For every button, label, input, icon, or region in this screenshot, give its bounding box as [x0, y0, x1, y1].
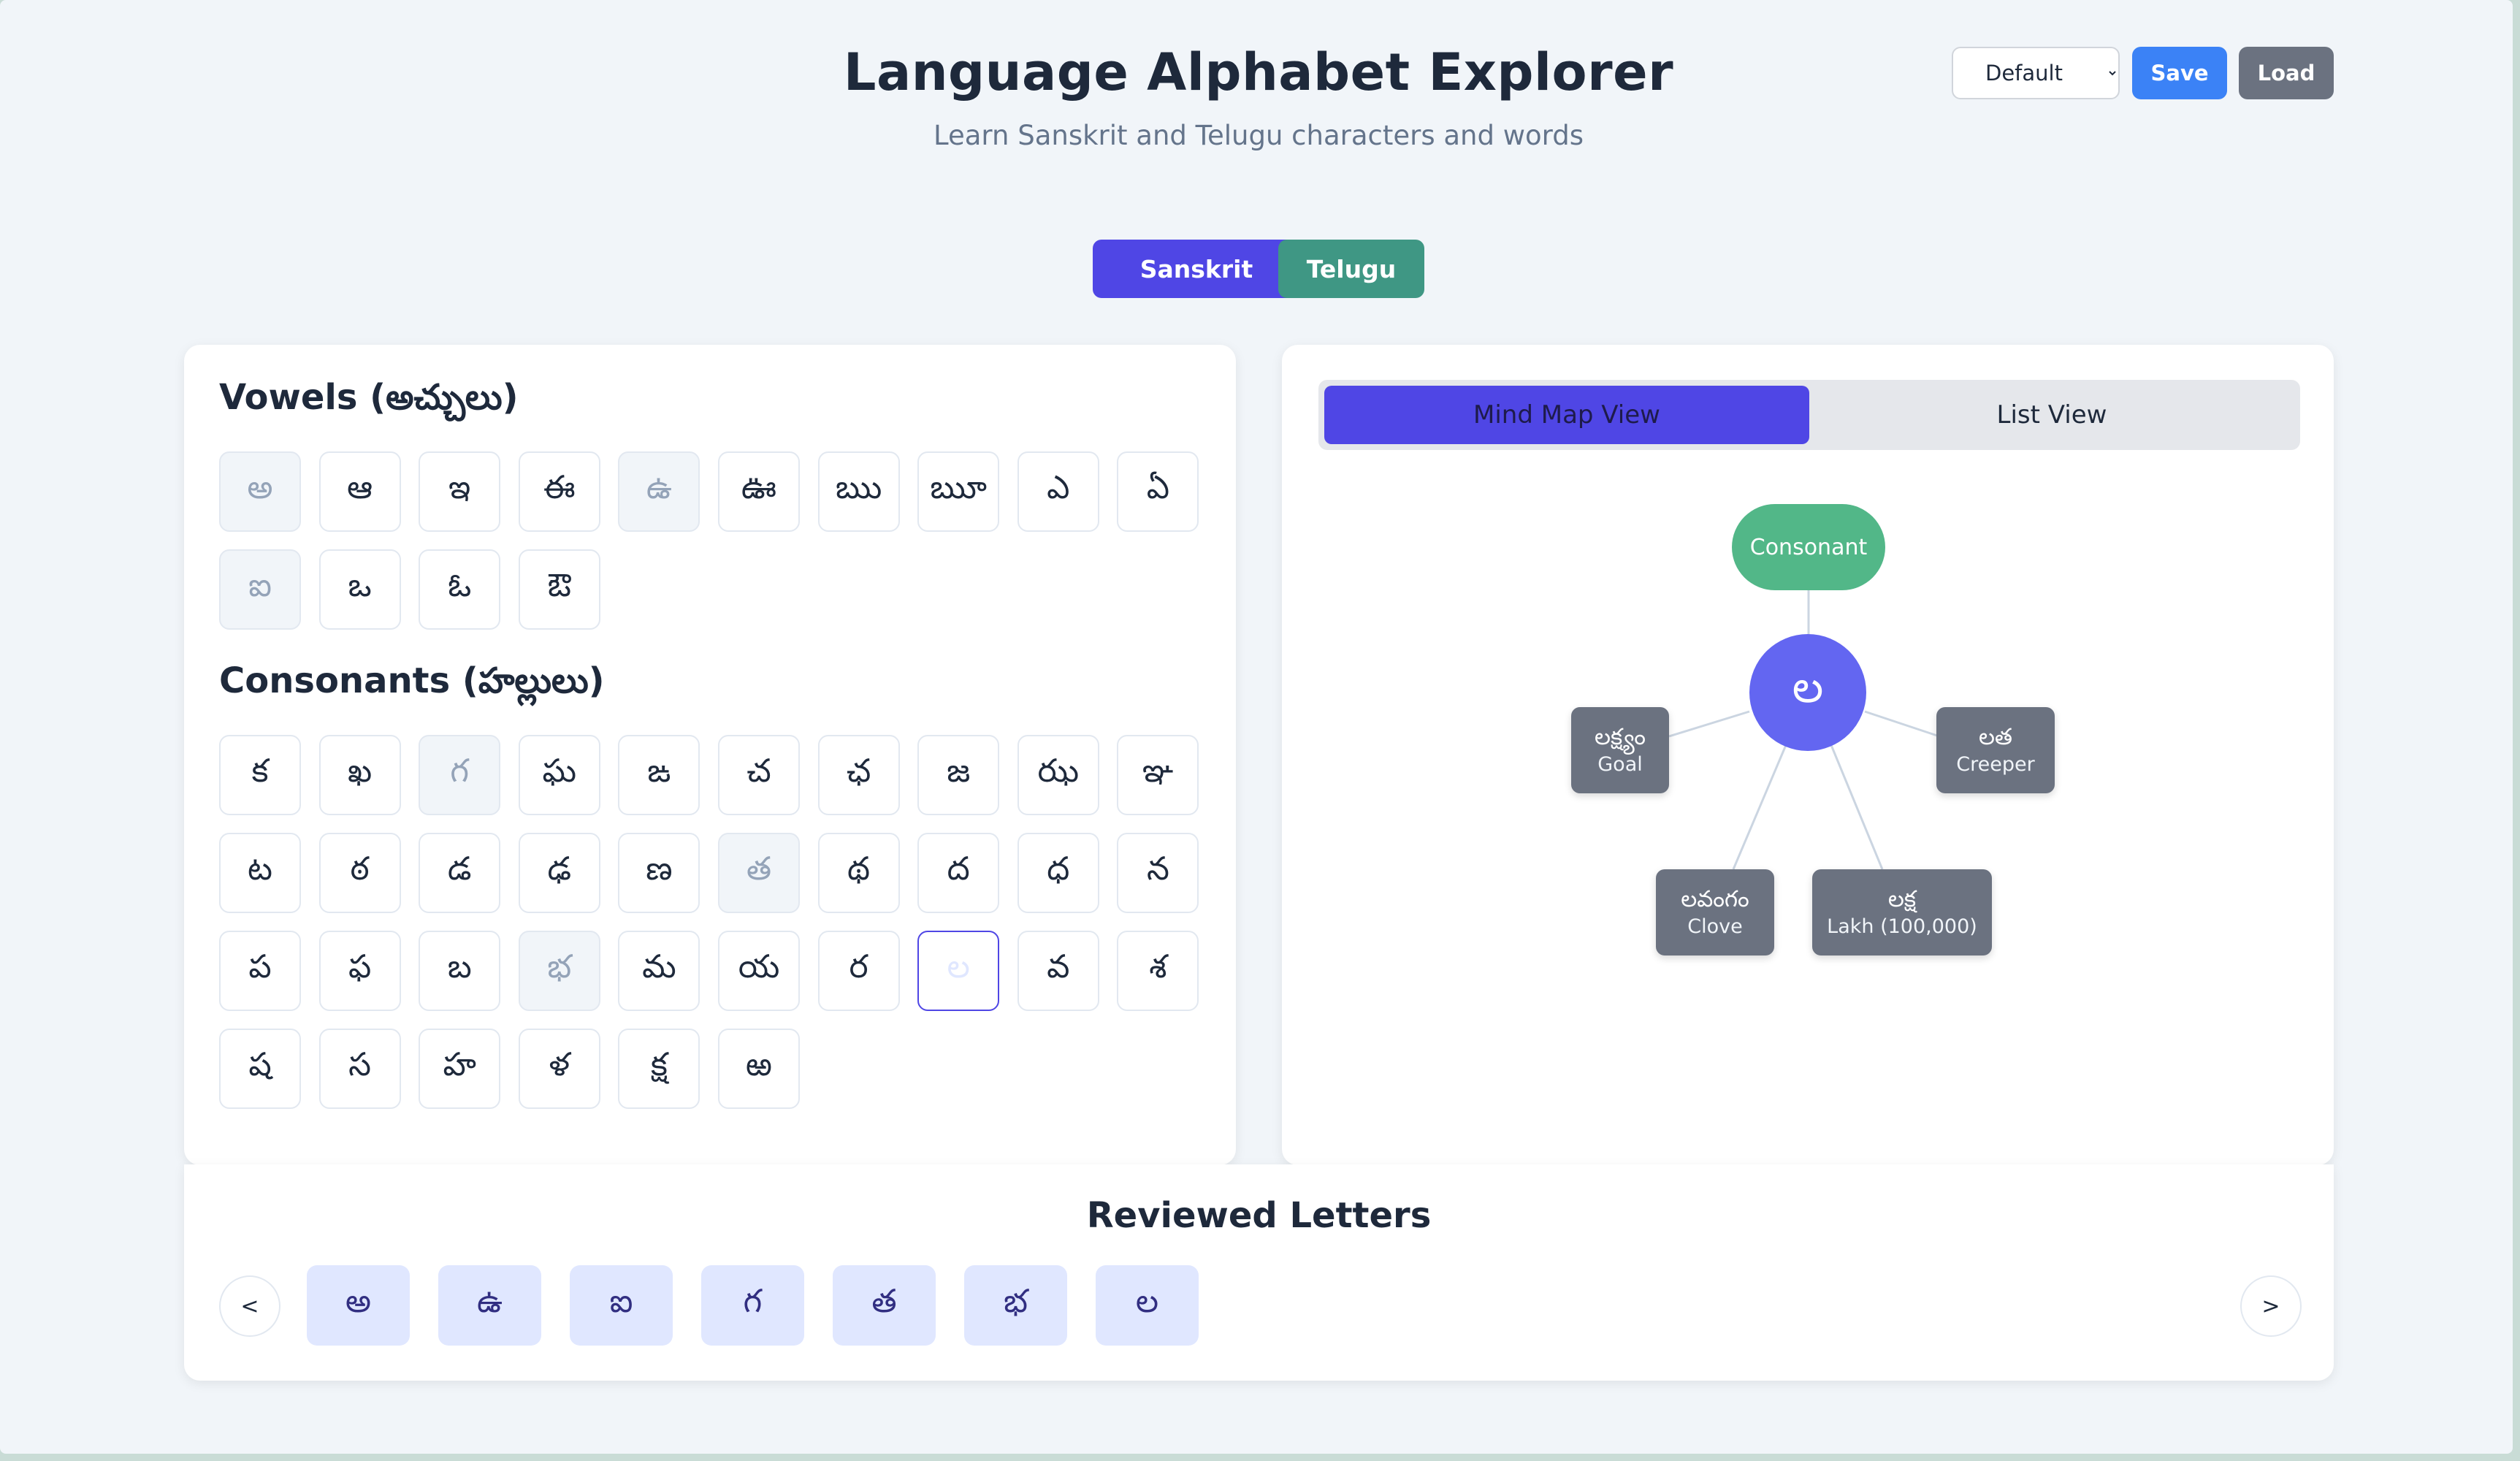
sanskrit-language-button[interactable]: Sanskrit [1093, 240, 1300, 298]
vowel-letter-tile[interactable]: ఎ [1017, 451, 1099, 532]
reviewed-next-button[interactable]: > [2240, 1275, 2302, 1337]
mind-map-word-node[interactable]: లత Creeper [1936, 707, 2055, 793]
reviewed-prev-button[interactable]: < [219, 1275, 280, 1337]
consonant-letter-tile[interactable]: ధ [1017, 833, 1099, 913]
reviewed-letter-chip[interactable]: త [833, 1265, 936, 1346]
reviewed-letter-chip[interactable]: ల [1096, 1265, 1199, 1346]
mind-map-word-node[interactable]: లవంగం Clove [1656, 869, 1774, 955]
consonant-letter-tile[interactable]: ఫ [318, 931, 401, 1011]
consonant-letter-tile[interactable]: ఠ [318, 833, 401, 913]
detail-panel: Mind Map View List View Consonant ల లక్ష… [1282, 345, 2334, 1165]
vowels-heading: Vowels (అచ్చులు) [219, 377, 519, 418]
reviewed-letter-chip[interactable]: భ [964, 1265, 1067, 1346]
mind-map-connectors [1668, 586, 1940, 870]
consonant-letter-tile[interactable]: ర [817, 931, 900, 1011]
word-meaning: Lakh (100,000) [1827, 915, 1977, 938]
page-subtitle: Learn Sanskrit and Telugu characters and… [933, 120, 1584, 151]
consonants-heading: Consonants (హల్లులు) [219, 660, 605, 701]
word-text: లక్ష్యం [1595, 724, 1646, 751]
vowel-letter-tile[interactable]: ౠ [917, 451, 1000, 532]
consonant-letter-tile[interactable]: ట [219, 833, 301, 913]
connector-word-3 [1732, 744, 1787, 870]
consonant-letter-tile[interactable]: ఱ [718, 1029, 800, 1109]
consonant-letter-tile[interactable]: ణ [618, 833, 700, 913]
consonant-letter-tile[interactable]: ఛ [817, 735, 900, 815]
consonant-letter-tile[interactable]: డ [419, 833, 501, 913]
consonant-letter-tile[interactable]: ఝ [1017, 735, 1099, 815]
vowel-letter-tile[interactable]: అ [219, 451, 301, 532]
vowel-letter-tile[interactable]: ఆ [318, 451, 401, 532]
consonant-letter-tile[interactable]: హ [419, 1029, 501, 1109]
vowel-letter-tile[interactable]: ఔ [518, 549, 600, 630]
mind-map-word-node[interactable]: లక్ష్యం Goal [1571, 707, 1669, 793]
consonant-letter-tile[interactable]: ల [917, 931, 1000, 1011]
word-meaning: Creeper [1956, 752, 2035, 776]
vowel-letter-tile[interactable]: ఋ [817, 451, 900, 532]
load-button[interactable]: Load [2239, 47, 2334, 99]
consonant-letter-tile[interactable]: ఙ [618, 735, 700, 815]
letters-panel: Vowels (అచ్చులు) అఆఇఈఉఊఋౠఎఏ ఐఒఓఔ Consonan… [184, 345, 1236, 1165]
consonant-letter-tile[interactable]: క్ష [618, 1029, 700, 1109]
mind-map: Consonant ల లక్ష్యం Goal లత Creeper లవంగ… [1282, 345, 2334, 1165]
vowel-letter-tile[interactable]: ఐ [219, 549, 301, 630]
consonant-letter-tile[interactable]: భ [518, 931, 600, 1011]
consonant-letter-tile[interactable]: థ [817, 833, 900, 913]
consonant-letter-tile[interactable]: ఞ [1117, 735, 1199, 815]
consonant-letter-tile[interactable]: వ [1017, 931, 1099, 1011]
vowel-letter-tile[interactable]: ఓ [419, 549, 501, 630]
consonant-letter-tile[interactable]: ష [219, 1029, 301, 1109]
consonant-letter-tile[interactable]: త [718, 833, 800, 913]
consonant-letter-tile[interactable]: ఖ [318, 735, 401, 815]
connector-word-2 [1864, 710, 1940, 738]
connector-word-4 [1830, 744, 1884, 870]
vowel-letter-tile[interactable]: ఇ [419, 451, 501, 532]
word-text: లత [1978, 724, 2013, 751]
mind-map-type-node: Consonant [1732, 504, 1885, 590]
consonant-letter-tile[interactable]: గ [419, 735, 501, 815]
app-frame: Language Alphabet Explorer Learn Sanskri… [0, 0, 2513, 1454]
word-text: లవంగం [1681, 886, 1749, 913]
reviewed-letter-chip[interactable]: అ [307, 1265, 410, 1346]
consonant-letter-tile[interactable]: న [1117, 833, 1199, 913]
consonant-letter-tile[interactable]: ద [917, 833, 1000, 913]
divider-strip [1236, 345, 1282, 728]
reviewed-letters-heading: Reviewed Letters [1086, 1195, 1432, 1236]
reviewed-letter-chip[interactable]: ఉ [438, 1265, 541, 1346]
save-button[interactable]: Save [2132, 47, 2227, 99]
reviewed-letter-chip[interactable]: గ [701, 1265, 804, 1346]
vowel-letter-tile[interactable]: ఒ [318, 549, 401, 630]
vowel-letter-tile[interactable]: ఈ [518, 451, 600, 532]
consonant-letter-tile[interactable]: ఢ [518, 833, 600, 913]
consonant-letter-tile[interactable]: శ [1117, 931, 1199, 1011]
consonant-letter-tile[interactable]: బ [419, 931, 501, 1011]
consonant-letter-tile[interactable]: స [318, 1029, 401, 1109]
consonant-letter-tile[interactable]: క [219, 735, 301, 815]
consonant-letter-tile[interactable]: ఘ [518, 735, 600, 815]
telugu-language-button[interactable]: Telugu [1278, 240, 1424, 298]
consonant-letter-tile[interactable]: మ [618, 931, 700, 1011]
word-meaning: Clove [1687, 915, 1743, 938]
consonant-letter-tile[interactable]: చ [718, 735, 800, 815]
consonant-letter-tile[interactable]: ప [219, 931, 301, 1011]
reviewed-letters-panel: Reviewed Letters < అఉఐగతభల > [184, 1164, 2334, 1381]
consonant-letter-tile[interactable]: ళ [518, 1029, 600, 1109]
word-text: లక్ష [1887, 886, 1917, 913]
vowel-letter-tile[interactable]: ఏ [1117, 451, 1199, 532]
word-meaning: Goal [1597, 752, 1643, 776]
profile-select[interactable]: Default [1952, 47, 2120, 99]
vowel-letter-tile[interactable]: ఊ [718, 451, 800, 532]
vowel-letter-tile[interactable]: ఉ [618, 451, 700, 532]
consonant-letter-tile[interactable]: జ [917, 735, 1000, 815]
connector-word-1 [1668, 710, 1750, 738]
reviewed-letter-chip[interactable]: ఐ [570, 1265, 673, 1346]
mind-map-word-node[interactable]: లక్ష Lakh (100,000) [1812, 869, 1992, 955]
mind-map-center-node[interactable]: ల [1749, 634, 1866, 751]
consonant-letter-tile[interactable]: య [718, 931, 800, 1011]
